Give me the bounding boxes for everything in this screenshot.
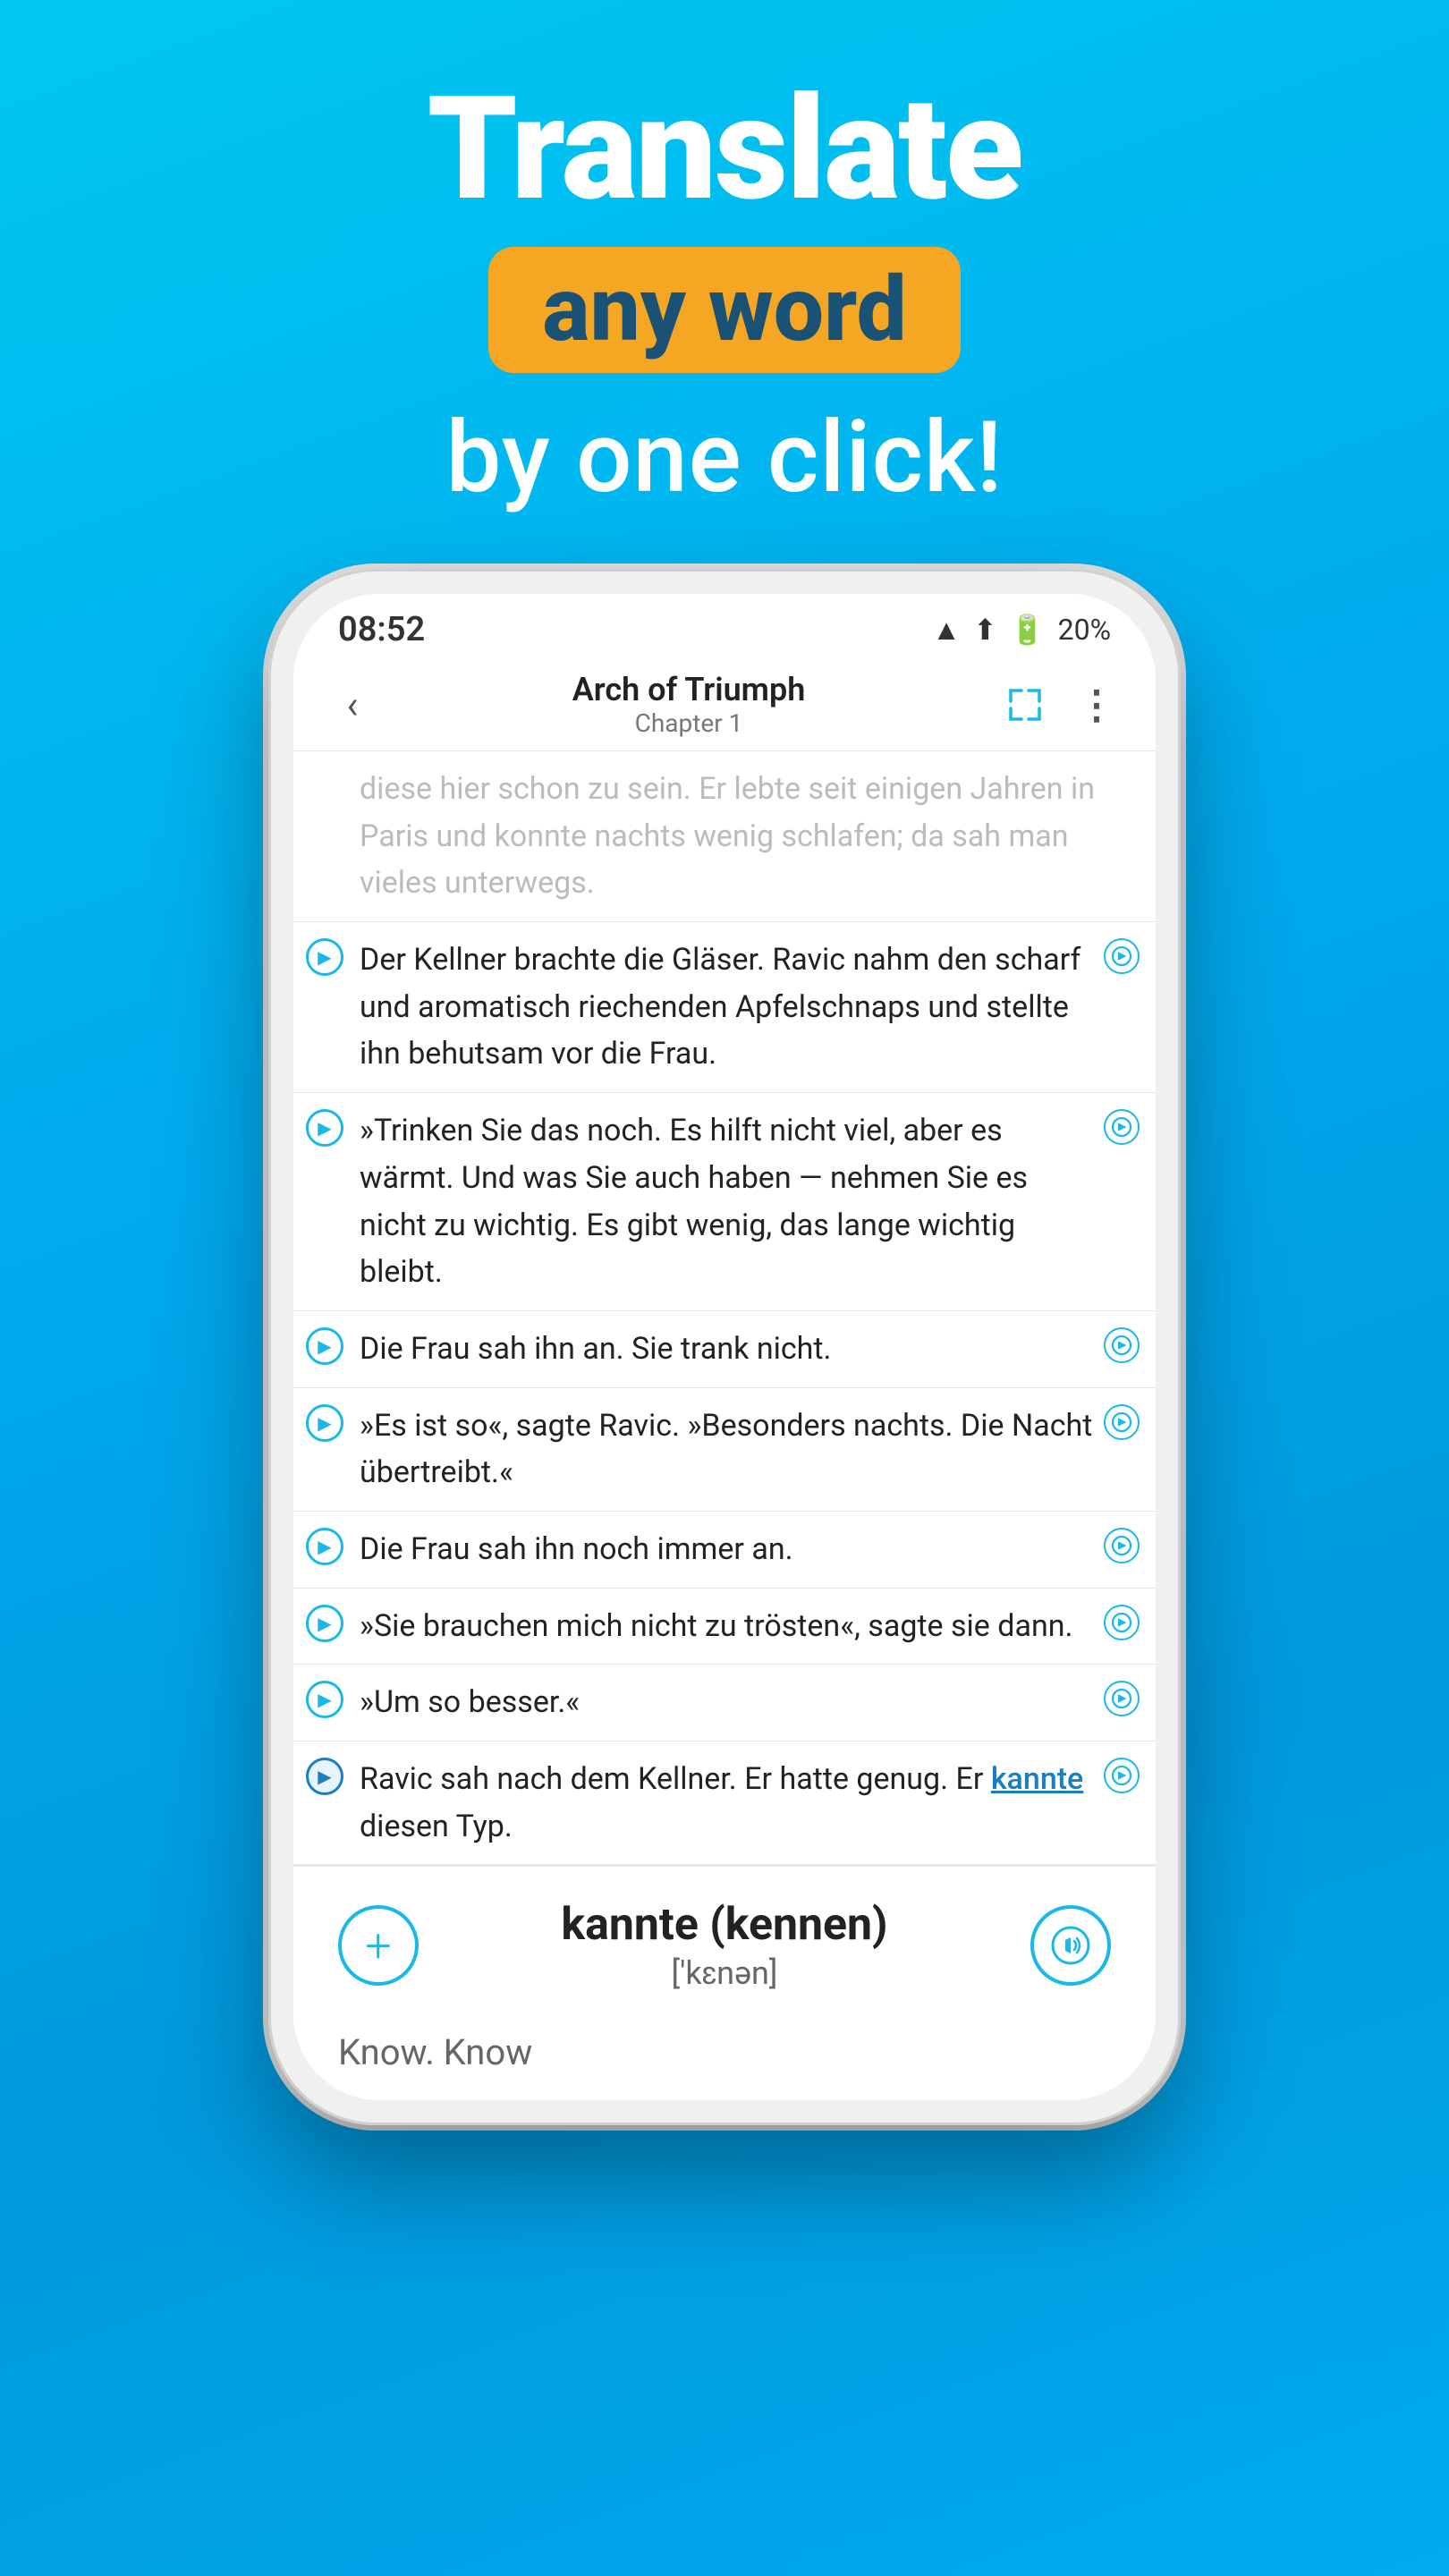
translated-word: kannte (kennen) xyxy=(419,1899,1030,1951)
audio-icon xyxy=(1104,1681,1140,1716)
expand-button[interactable] xyxy=(998,678,1052,732)
audio-icon xyxy=(1104,1109,1140,1145)
paragraph-text: »Sie brauchen mich nicht zu trösten«, sa… xyxy=(354,1589,1104,1665)
play-circle-icon: ▶ xyxy=(306,1404,343,1442)
status-time: 08:52 xyxy=(338,610,425,649)
headline-section: Translate any word by one click! xyxy=(428,72,1022,515)
play-circle-icon: ▶ xyxy=(306,1528,343,1565)
end-button[interactable] xyxy=(1104,1388,1156,1511)
audio-icon xyxy=(1104,1528,1140,1563)
translation-word-block: kannte (kennen) ['kɛnən] xyxy=(419,1899,1030,1992)
status-bar: 08:52 ▲ ⬆ 🔋 20% xyxy=(293,594,1156,658)
word-meaning: Know. Know xyxy=(293,2019,1156,2100)
table-row: ▶ »Sie brauchen mich nicht zu trösten«, … xyxy=(293,1589,1156,1665)
paragraph-text: Der Kellner brachte die Gläser. Ravic na… xyxy=(354,922,1104,1092)
play-button[interactable]: ▶ xyxy=(293,1665,354,1741)
end-button[interactable] xyxy=(1104,1093,1156,1310)
table-row: ▶ Die Frau sah ihn an. Sie trank nicht. xyxy=(293,1311,1156,1388)
book-header-icons: ⋮ xyxy=(998,678,1123,732)
end-button[interactable] xyxy=(1104,1512,1156,1588)
play-button[interactable]: ▶ xyxy=(293,1093,354,1310)
end-button[interactable] xyxy=(1104,1741,1156,1864)
play-button[interactable]: ▶ xyxy=(293,1741,354,1864)
play-circle-icon: ▶ xyxy=(306,1758,343,1795)
end-button[interactable] xyxy=(1104,1665,1156,1741)
audio-icon xyxy=(1104,1605,1140,1640)
play-button[interactable]: ▶ xyxy=(293,1388,354,1511)
translation-panel: + kannte (kennen) ['kɛnən] xyxy=(293,1865,1156,2019)
play-circle-icon: ▶ xyxy=(306,1681,343,1718)
audio-icon xyxy=(1104,1327,1140,1363)
book-header: ‹ Arch of Triumph Chapter 1 xyxy=(293,658,1156,751)
paragraph-text: »Um so besser.« xyxy=(354,1665,1104,1741)
paragraph-text: diese hier schon zu sein. Er lebte seit … xyxy=(354,751,1156,921)
table-row: ▶ Der Kellner brachte die Gläser. Ravic … xyxy=(293,922,1156,1093)
highlighted-word[interactable]: kannte xyxy=(991,1761,1083,1797)
highlight-badge: any word xyxy=(488,247,960,373)
status-icons: ▲ ⬆ 🔋 20% xyxy=(932,613,1111,647)
back-button[interactable]: ‹ xyxy=(326,682,379,728)
paragraph-text: Die Frau sah ihn noch immer an. xyxy=(354,1512,1104,1588)
end-button[interactable] xyxy=(1104,1589,1156,1665)
headline-title: Translate xyxy=(428,72,1022,229)
sound-button[interactable] xyxy=(1030,1905,1111,1986)
book-title: Arch of Triumph xyxy=(572,671,806,708)
wifi-icon: ⬆ xyxy=(973,613,997,647)
headline-subtitle: by one click! xyxy=(428,400,1022,515)
play-button[interactable]: ▶ xyxy=(293,1512,354,1588)
play-circle-icon: ▶ xyxy=(306,938,343,976)
battery-level: 20% xyxy=(1058,613,1111,647)
table-row: ▶ Die Frau sah ihn noch immer an. xyxy=(293,1512,1156,1589)
play-button[interactable]: ▶ xyxy=(293,1589,354,1665)
paragraph-text: »Trinken Sie das noch. Es hilft nicht vi… xyxy=(354,1093,1104,1310)
phone-mockup: 08:52 ▲ ⬆ 🔋 20% ‹ Arch of Triumph Chapte… xyxy=(268,569,1181,2125)
book-chapter: Chapter 1 xyxy=(572,708,806,738)
table-row: ▶ Ravic sah nach dem Kellner. Er hatte g… xyxy=(293,1741,1156,1865)
audio-icon xyxy=(1104,1404,1140,1440)
play-circle-icon: ▶ xyxy=(306,1109,343,1147)
paragraph-text: Die Frau sah ihn an. Sie trank nicht. xyxy=(354,1311,1104,1387)
table-row: diese hier schon zu sein. Er lebte seit … xyxy=(293,751,1156,922)
phone-screen: 08:52 ▲ ⬆ 🔋 20% ‹ Arch of Triumph Chapte… xyxy=(293,594,1156,2100)
end-button[interactable] xyxy=(1104,1311,1156,1387)
audio-icon xyxy=(1104,1758,1140,1793)
audio-icon xyxy=(1104,938,1140,974)
play-circle-icon: ▶ xyxy=(306,1327,343,1365)
end-button[interactable] xyxy=(1104,922,1156,1092)
paragraph-text: Ravic sah nach dem Kellner. Er hatte gen… xyxy=(354,1741,1104,1864)
table-row: ▶ »Um so besser.« xyxy=(293,1665,1156,1741)
table-row: ▶ »Trinken Sie das noch. Es hilft nicht … xyxy=(293,1093,1156,1311)
battery-icon: 🔋 xyxy=(1010,613,1046,647)
more-button[interactable]: ⋮ xyxy=(1070,678,1123,732)
book-title-block: Arch of Triumph Chapter 1 xyxy=(572,671,806,738)
phone-shell: 08:52 ▲ ⬆ 🔋 20% ‹ Arch of Triumph Chapte… xyxy=(268,569,1181,2125)
signal-icon: ▲ xyxy=(932,613,961,647)
paragraph-text: »Es ist so«, sagte Ravic. »Besonders nac… xyxy=(354,1388,1104,1511)
phonetic-transcription: ['kɛnən] xyxy=(419,1954,1030,1992)
add-word-button[interactable]: + xyxy=(338,1905,419,1986)
play-circle-icon: ▶ xyxy=(306,1605,343,1642)
plus-icon: + xyxy=(365,1919,391,1973)
play-button[interactable]: ▶ xyxy=(293,922,354,1092)
table-row: ▶ »Es ist so«, sagte Ravic. »Besonders n… xyxy=(293,1388,1156,1512)
reading-content: diese hier schon zu sein. Er lebte seit … xyxy=(293,751,1156,1865)
play-button[interactable]: ▶ xyxy=(293,1311,354,1387)
